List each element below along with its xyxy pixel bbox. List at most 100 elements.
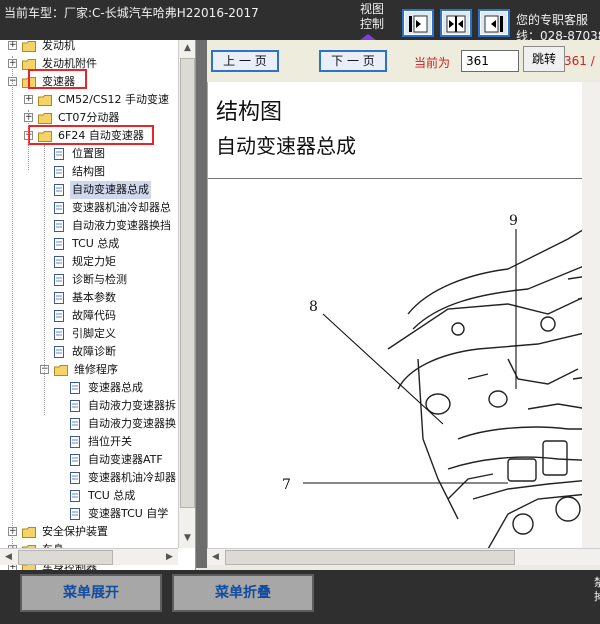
doc-scroll-left-icon[interactable]: ◀ xyxy=(207,549,224,566)
page-icon xyxy=(54,184,64,196)
folder-icon xyxy=(38,95,52,106)
tree-item-label: 结构图 xyxy=(72,165,105,178)
view-split-button[interactable] xyxy=(440,9,472,37)
prev-page-label: 上 一 页 xyxy=(223,54,267,68)
top-header: 当前车型：厂家:C-长城汽车哈弗H22016-2017 视图控制 您的专职客服 … xyxy=(0,0,600,43)
scroll-down-icon[interactable]: ▼ xyxy=(179,530,196,547)
tree-item-label: 自动液力变速器换 xyxy=(88,417,176,430)
tree-item-label: TCU 总成 xyxy=(88,489,136,502)
panel-right-icon xyxy=(484,15,503,33)
page-icon xyxy=(54,328,64,340)
page-icon xyxy=(70,382,80,394)
scroll-right-icon[interactable]: ▶ xyxy=(161,549,178,566)
tree-connector xyxy=(12,56,13,556)
page-icon xyxy=(54,220,64,232)
tree-item-label: 自动液力变速器换挡 xyxy=(72,219,171,232)
tree-item-label: 规定力矩 xyxy=(72,255,116,268)
page-icon xyxy=(54,274,64,286)
page-icon xyxy=(70,454,80,466)
service-line-1: 您的专职客服 xyxy=(516,13,589,27)
tree-item-label: 自动液力变速器拆 xyxy=(88,399,176,412)
tree-item-label: 诊断与检测 xyxy=(72,273,127,286)
tree-hscroll-thumb[interactable] xyxy=(18,550,113,565)
page-number-input[interactable]: 361 xyxy=(461,50,519,72)
tree-item-label: TCU 总成 xyxy=(72,237,120,250)
next-page-label: 下 一 页 xyxy=(331,54,375,68)
current-vehicle-label: 当前车型：厂家:C-长城汽车哈弗H22016-2017 xyxy=(4,6,259,20)
folder-icon xyxy=(22,527,36,538)
current-page-label: 当前为 xyxy=(414,56,451,70)
tree-vertical-scrollbar[interactable]: ▲ ▼ xyxy=(178,40,195,548)
tree-item-label: 安全保护装置 xyxy=(42,525,108,538)
document-subtitle: 自动变速器总成 xyxy=(216,134,356,158)
tree-item-label: 自动变速器总成 xyxy=(70,181,151,199)
page-icon xyxy=(54,148,64,160)
callout-7: 7 xyxy=(282,477,291,493)
page-icon xyxy=(70,400,80,412)
folder-icon xyxy=(22,41,36,52)
page-icon xyxy=(54,238,64,250)
transmission-diagram: 9 8 7 xyxy=(208,178,600,548)
highlight-box xyxy=(28,69,87,89)
tree-item-label: 位置图 xyxy=(72,147,105,160)
view-control-text: 视图控制 xyxy=(360,2,385,31)
collapse-menu-button[interactable]: 菜单折叠 xyxy=(172,574,314,612)
doc-hscroll-thumb[interactable] xyxy=(225,550,515,565)
transmission-drawing: 9 8 7 xyxy=(282,213,600,548)
view-control-label: 视图控制 xyxy=(360,2,392,40)
tree-vscroll-thumb[interactable] xyxy=(180,58,195,508)
view-right-panel-button[interactable] xyxy=(478,9,510,37)
jump-button[interactable]: 跳转 xyxy=(523,46,565,72)
tree-horizontal-scrollbar[interactable]: ◀ ▶ xyxy=(0,548,178,565)
expand-icon[interactable]: + xyxy=(24,95,33,104)
highlight-box xyxy=(28,125,154,145)
page-icon xyxy=(54,166,64,178)
expand-icon[interactable]: + xyxy=(8,41,17,50)
tree-item-label: 发动机 xyxy=(42,40,75,52)
tree-item-label: 变速器机油冷却器 xyxy=(88,471,176,484)
page-icon xyxy=(70,472,80,484)
panel-left-icon xyxy=(409,15,428,33)
folder-icon xyxy=(38,113,52,124)
bottom-toolbar: 菜单展开 菜单折叠 禁 掉 xyxy=(0,570,600,624)
callout-8: 8 xyxy=(309,299,318,315)
document-navigation: 上 一 页 下 一 页 当前为 361 跳转 361 / 1 xyxy=(207,40,600,80)
document-vertical-scrollbar[interactable] xyxy=(582,82,600,548)
expand-menu-button[interactable]: 菜单展开 xyxy=(20,574,162,612)
page-icon xyxy=(70,418,80,430)
document-horizontal-scrollbar[interactable]: ◀ xyxy=(207,548,600,565)
document-viewer[interactable]: 结构图 自动变速器总成 9 8 7 xyxy=(207,82,600,548)
tree-item-label: 引脚定义 xyxy=(72,327,116,340)
prev-page-button[interactable]: 上 一 页 xyxy=(211,50,279,72)
tree-item-label: 变速器TCU 自学 xyxy=(88,507,169,520)
page-icon xyxy=(54,310,64,322)
panel-splitter[interactable] xyxy=(196,40,207,568)
tree-item-label: 变速器机油冷却器总 xyxy=(72,201,171,214)
tree-item-label: 维修程序 xyxy=(74,363,118,376)
page-total-label: 361 / 1 xyxy=(564,54,600,68)
page-icon xyxy=(54,256,64,268)
next-page-button[interactable]: 下 一 页 xyxy=(319,50,387,72)
scroll-up-icon[interactable]: ▲ xyxy=(179,40,196,57)
tree-item-label: 基本参数 xyxy=(72,291,116,304)
page-icon xyxy=(54,346,64,358)
page-icon xyxy=(54,202,64,214)
tree-connector xyxy=(28,110,29,170)
navigation-tree[interactable]: + 发动机 + 发动机附件 − 变速器 + CM52/CS12 手动变速 + CT07分动器 −6F… xyxy=(0,40,196,570)
tree-item-label: 挡位开关 xyxy=(88,435,132,448)
document-title: 结构图 xyxy=(216,100,283,125)
scroll-left-icon[interactable]: ◀ xyxy=(0,549,17,566)
tree-item-label: 变速器总成 xyxy=(88,381,143,394)
page-icon xyxy=(54,292,64,304)
tree-item-label: 自动变速器ATF xyxy=(88,453,163,466)
tree-connector xyxy=(44,145,45,415)
page-icon xyxy=(70,508,80,520)
folder-icon xyxy=(54,365,68,376)
tree-item-label: 故障诊断 xyxy=(72,345,116,358)
tree-item-label: 故障代码 xyxy=(72,309,116,322)
panel-split-icon xyxy=(446,15,466,33)
bottom-side-text: 禁 掉 xyxy=(594,576,600,603)
view-left-panel-button[interactable] xyxy=(402,9,434,37)
callout-9: 9 xyxy=(509,213,518,229)
page-icon xyxy=(70,436,80,448)
